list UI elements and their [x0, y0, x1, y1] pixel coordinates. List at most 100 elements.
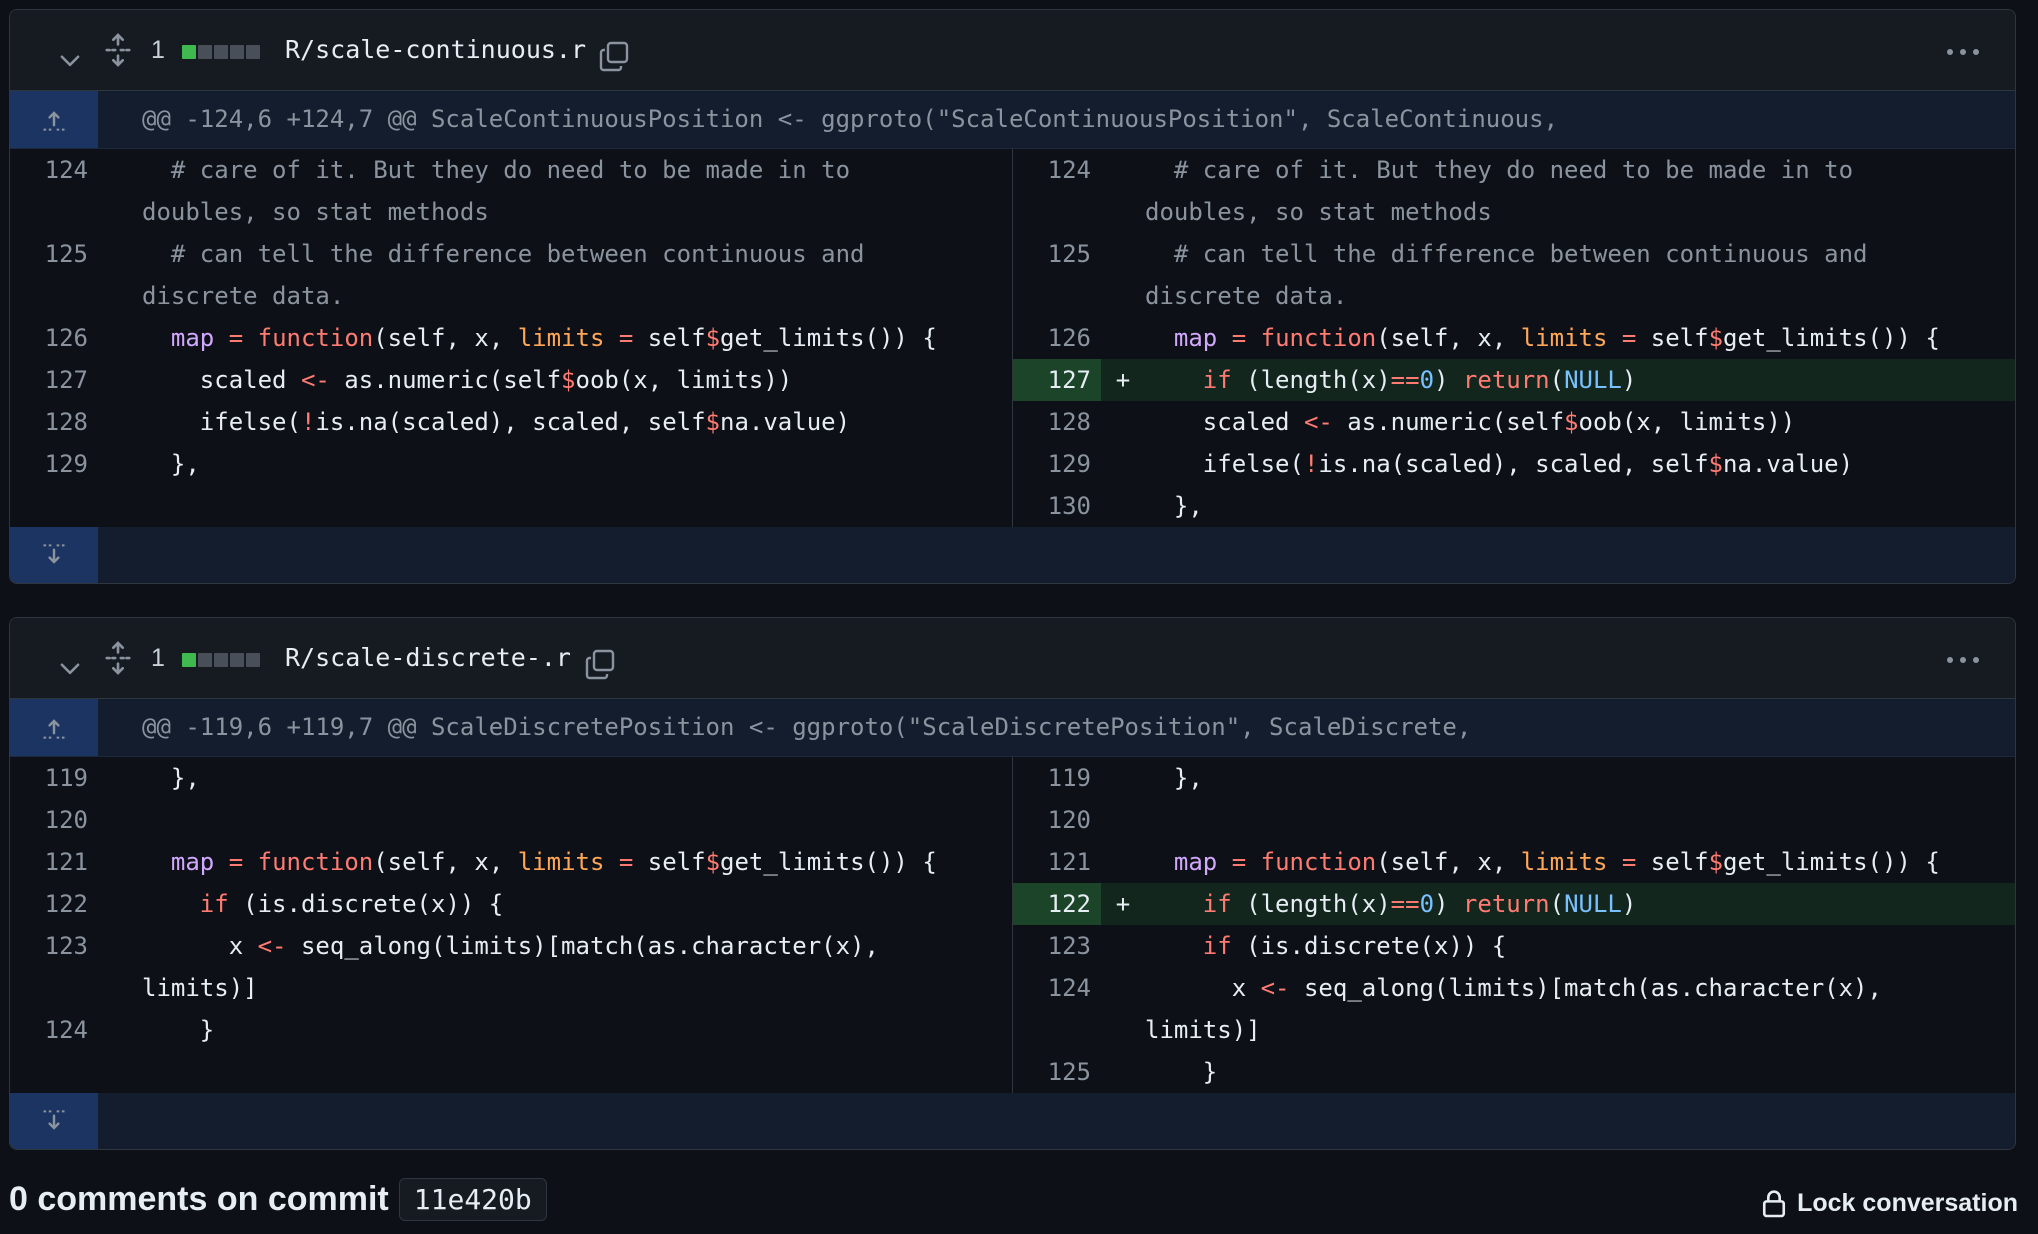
diff-line: 126 map = function(self, x, limits = sel… — [10, 317, 1012, 359]
commit-sha-badge[interactable]: 11e420b — [398, 1178, 547, 1221]
diff-line: 121 map = function(self, x, limits = sel… — [10, 841, 1012, 883]
code-line: if (is.discrete(x)) { — [1202, 932, 1507, 960]
line-number[interactable]: 121 — [10, 841, 98, 883]
diff-line-added: 127 + if (length(x)==0) return(NULL) — [1013, 359, 2015, 401]
expand-up-icon[interactable] — [10, 699, 98, 756]
diff-line: 120 — [10, 799, 1012, 841]
code-line: if (is.discrete(x)) { — [199, 890, 504, 918]
line-number[interactable]: 124 — [10, 149, 98, 233]
line-number[interactable]: 125 — [1013, 233, 1101, 317]
diff-line-added: 122 + if (length(x)==0) return(NULL) — [1013, 883, 2015, 925]
code-line: # care of it. But they do need to be mad… — [142, 156, 851, 226]
expand-row — [10, 1093, 2015, 1149]
kebab-menu-icon[interactable] — [1939, 34, 1987, 70]
file-path-link[interactable]: R/scale-continuous.r — [285, 30, 586, 70]
hunk-header: @@ -119,6 +119,7 @@ ScaleDiscretePositio… — [10, 699, 2015, 757]
line-number[interactable]: 119 — [10, 757, 98, 799]
line-number[interactable]: 124 — [10, 1009, 98, 1051]
diff-line: 124 # care of it. But they do need to be… — [10, 149, 1012, 233]
diff-line: 128 scaled <- as.numeric(self$oob(x, lim… — [1013, 401, 2015, 443]
line-number[interactable]: 127 — [1013, 359, 1101, 401]
code-line: # care of it. But they do need to be mad… — [1145, 156, 1854, 226]
kebab-menu-icon[interactable] — [1939, 642, 1987, 678]
code-line: # can tell the difference between contin… — [1145, 240, 1868, 310]
diff-line: 125 # can tell the difference between co… — [1013, 233, 2015, 317]
diffstat-neutral-block — [198, 653, 212, 667]
file-header: 1 R/scale-discrete-.r — [10, 618, 2015, 699]
diffstat-added-block — [182, 45, 196, 59]
diffstat — [182, 45, 260, 59]
expand-all-icon[interactable] — [96, 638, 140, 678]
diff-line: 125 } — [1013, 1051, 2015, 1093]
lock-conversation-button[interactable]: Lock conversation — [1761, 1188, 2018, 1218]
copy-path-icon[interactable] — [596, 38, 632, 74]
line-number[interactable]: 120 — [1013, 799, 1101, 841]
code-line: scaled <- as.numeric(self$oob(x, limits)… — [1145, 408, 1796, 436]
chevron-down-icon[interactable] — [50, 40, 90, 80]
expand-all-icon[interactable] — [96, 30, 140, 70]
chevron-down-icon[interactable] — [50, 648, 90, 688]
code-line: ifelse(!is.na(scaled), scaled, self$na.v… — [142, 408, 851, 436]
lock-conversation-label: Lock conversation — [1797, 1188, 2018, 1217]
code-line: # can tell the difference between contin… — [142, 240, 865, 310]
code-line: map = function(self, x, limits = self$ge… — [170, 324, 937, 352]
line-number[interactable]: 123 — [10, 925, 98, 1009]
expand-down-icon[interactable] — [10, 527, 98, 583]
line-number[interactable]: 124 — [1013, 967, 1101, 1051]
code-line: scaled <- as.numeric(self$oob(x, limits)… — [142, 366, 793, 394]
diff-left-side: 119 }, 120 121 map = function(self, x, l… — [10, 757, 1013, 1093]
code-line: }, — [1145, 764, 1203, 792]
line-number[interactable]: 125 — [10, 233, 98, 317]
line-number[interactable]: 128 — [1013, 401, 1101, 443]
line-number[interactable]: 121 — [1013, 841, 1101, 883]
expand-up-icon[interactable] — [10, 91, 98, 148]
code-line: }, — [142, 450, 200, 478]
diff-line: 124 x <- seq_along(limits)[match(as.char… — [1013, 967, 2015, 1051]
line-number[interactable]: 120 — [10, 799, 98, 841]
line-number[interactable]: 126 — [10, 317, 98, 359]
added-marker: + — [1115, 366, 1131, 394]
line-number[interactable]: 127 — [10, 359, 98, 401]
lock-icon — [1761, 1188, 1787, 1218]
expand-down-icon[interactable] — [10, 1093, 98, 1149]
line-number[interactable]: 123 — [1013, 925, 1101, 967]
code-line: }, — [1145, 492, 1203, 520]
line-number[interactable]: 129 — [10, 443, 98, 485]
line-number[interactable]: 124 — [1013, 149, 1101, 233]
diffstat-neutral-block — [198, 45, 212, 59]
diffstat-neutral-block — [214, 653, 228, 667]
diffstat-added-block — [182, 653, 196, 667]
diff-line: 126 map = function(self, x, limits = sel… — [1013, 317, 2015, 359]
hunk-header-text: @@ -119,6 +119,7 @@ ScaleDiscretePositio… — [142, 713, 1472, 741]
copy-path-icon[interactable] — [582, 646, 618, 682]
diff-line: 129 ifelse(!is.na(scaled), scaled, self$… — [1013, 443, 2015, 485]
change-count: 1 — [151, 36, 165, 64]
split-diff: 119 }, 120 121 map = function(self, x, l… — [10, 757, 2015, 1093]
comments-heading-text: 0 comments on commit — [9, 1180, 389, 1218]
line-number[interactable]: 129 — [1013, 443, 1101, 485]
file-header: 1 R/scale-continuous.r — [10, 10, 2015, 91]
line-number[interactable]: 130 — [1013, 485, 1101, 527]
diff-line: 125 # can tell the difference between co… — [10, 233, 1012, 317]
line-number[interactable]: 125 — [1013, 1051, 1101, 1093]
diff-left-side: 124 # care of it. But they do need to be… — [10, 149, 1013, 527]
line-number[interactable]: 128 — [10, 401, 98, 443]
split-diff: 124 # care of it. But they do need to be… — [10, 149, 2015, 527]
code-line: if (length(x)==0) return(NULL) — [1202, 366, 1637, 394]
diffstat — [182, 653, 260, 667]
diff-line: 120 — [1013, 799, 2015, 841]
line-number[interactable]: 119 — [1013, 757, 1101, 799]
diffstat-neutral-block — [246, 653, 260, 667]
code-line: x <- seq_along(limits)[match(as.characte… — [142, 932, 879, 1002]
line-number[interactable]: 122 — [1013, 883, 1101, 925]
diff-line: 123 x <- seq_along(limits)[match(as.char… — [10, 925, 1012, 1009]
line-number[interactable]: 126 — [1013, 317, 1101, 359]
file-path-link[interactable]: R/scale-discrete-.r — [285, 638, 571, 678]
diffstat-neutral-block — [214, 45, 228, 59]
line-number[interactable]: 122 — [10, 883, 98, 925]
diff-line: 119 }, — [10, 757, 1012, 799]
diff-line: 128 ifelse(!is.na(scaled), scaled, self$… — [10, 401, 1012, 443]
code-line: if (length(x)==0) return(NULL) — [1202, 890, 1637, 918]
